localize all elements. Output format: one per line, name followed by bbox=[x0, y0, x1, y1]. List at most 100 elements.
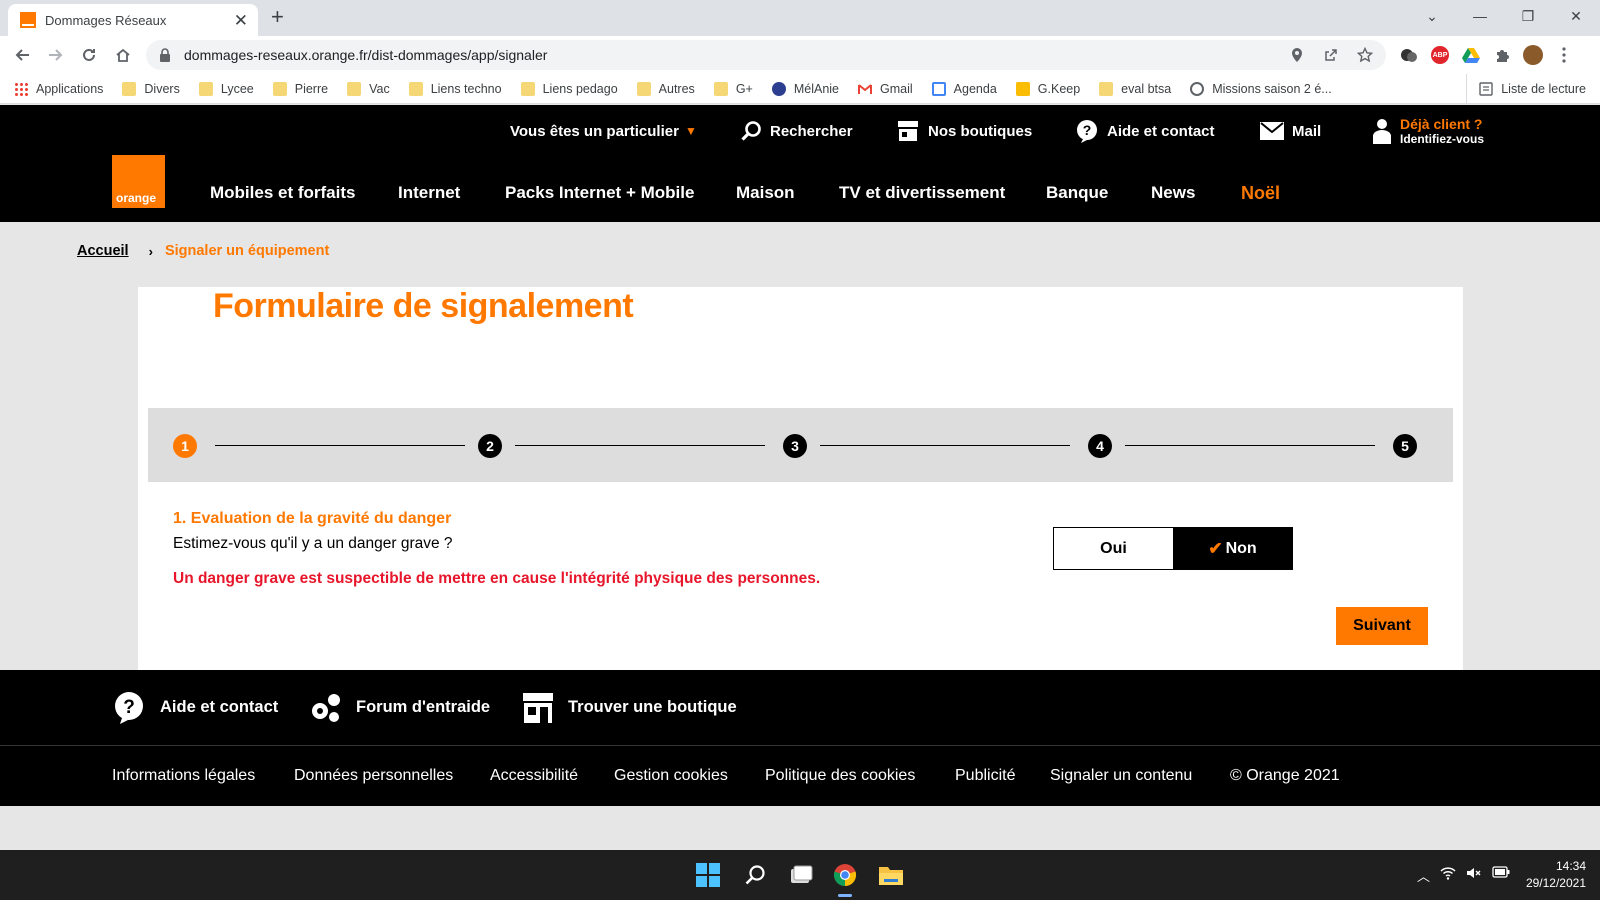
restore-icon[interactable]: ❐ bbox=[1504, 0, 1552, 32]
nav-packs[interactable]: Packs Internet + Mobile bbox=[505, 183, 694, 203]
folder-icon bbox=[713, 81, 728, 96]
help-contact-link[interactable]: ? Aide et contact bbox=[1075, 115, 1215, 147]
location-icon[interactable] bbox=[1286, 44, 1308, 66]
window-controls: ⌄ — ❐ ✕ bbox=[1408, 0, 1600, 32]
back-icon[interactable] bbox=[10, 42, 36, 68]
melanie-icon bbox=[771, 81, 786, 96]
reading-list[interactable]: Liste de lecture bbox=[1466, 74, 1586, 104]
bookmark-melanie[interactable]: MélAnie bbox=[771, 81, 839, 96]
browser-tab[interactable]: Dommages Réseaux ✕ bbox=[8, 4, 258, 36]
bookmark-star-icon[interactable] bbox=[1354, 44, 1376, 66]
breadcrumb: Accueil › Signaler un équipement bbox=[77, 243, 329, 259]
extensions-puzzle-icon[interactable] bbox=[1491, 44, 1513, 66]
bookmark-folder-lycee[interactable]: Lycee bbox=[198, 81, 254, 96]
system-clock[interactable]: 14:34 29/12/2021 bbox=[1526, 858, 1586, 892]
next-button[interactable]: Suivant bbox=[1336, 607, 1428, 645]
help-bubble-icon: ? bbox=[115, 691, 143, 724]
nav-banque[interactable]: Banque bbox=[1046, 183, 1108, 203]
nav-mobiles-forfaits[interactable]: Mobiles et forfaits bbox=[210, 183, 355, 203]
battery-icon[interactable] bbox=[1492, 866, 1510, 885]
footer-legal-info[interactable]: Informations légales bbox=[112, 767, 255, 785]
share-icon[interactable] bbox=[1320, 44, 1342, 66]
folder-icon bbox=[520, 81, 535, 96]
wifi-icon[interactable] bbox=[1440, 866, 1456, 885]
option-non-button[interactable]: ✔ Non bbox=[1173, 528, 1292, 569]
google-drive-icon[interactable] bbox=[1460, 44, 1482, 66]
reload-icon[interactable] bbox=[76, 42, 102, 68]
windows-start-icon[interactable] bbox=[695, 862, 721, 888]
url-text: dommages-reseaux.orange.fr/dist-dommages… bbox=[184, 47, 548, 63]
page-bottom-spacer bbox=[0, 806, 1600, 850]
minimize-icon[interactable]: — bbox=[1456, 0, 1504, 32]
footer-forum[interactable]: Forum d'entraide bbox=[310, 670, 490, 745]
customer-type-selector[interactable]: Vous êtes un particulier ▼ bbox=[510, 115, 697, 147]
bookmark-folder-autres[interactable]: Autres bbox=[636, 81, 695, 96]
breadcrumb-home[interactable]: Accueil bbox=[77, 243, 129, 259]
option-oui-button[interactable]: Oui bbox=[1054, 528, 1173, 569]
bookmark-applications[interactable]: Applications bbox=[14, 81, 103, 96]
chevron-right-icon: › bbox=[148, 243, 153, 259]
profile-avatar[interactable] bbox=[1522, 44, 1544, 66]
nav-news[interactable]: News bbox=[1151, 183, 1195, 203]
footer-personal-data[interactable]: Données personnelles bbox=[294, 767, 453, 785]
form-card: Formulaire de signalement 1 2 3 4 5 1. E… bbox=[138, 287, 1463, 670]
forward-icon[interactable] bbox=[42, 42, 68, 68]
address-bar[interactable]: dommages-reseaux.orange.fr/dist-dommages… bbox=[146, 40, 1386, 70]
globe-icon bbox=[1190, 81, 1205, 96]
bookmark-folder-liens-pedago[interactable]: Liens pedago bbox=[520, 81, 618, 96]
svg-text:?: ? bbox=[1083, 122, 1092, 138]
store-icon bbox=[898, 121, 918, 141]
shops-link[interactable]: Nos boutiques bbox=[896, 115, 1032, 147]
nav-internet[interactable]: Internet bbox=[398, 183, 460, 203]
file-explorer-icon[interactable] bbox=[878, 862, 904, 888]
nav-noel[interactable]: Noël bbox=[1241, 183, 1280, 204]
footer-copyright: © Orange 2021 bbox=[1230, 767, 1340, 784]
mail-link[interactable]: Mail bbox=[1260, 115, 1321, 147]
volume-muted-icon[interactable] bbox=[1466, 866, 1482, 885]
bookmark-gkeep[interactable]: G.Keep bbox=[1015, 81, 1080, 96]
site-header: Vous êtes un particulier ▼ Rechercher No… bbox=[0, 105, 1600, 222]
step-connector bbox=[820, 445, 1070, 446]
bookmark-folder-pierre[interactable]: Pierre bbox=[272, 81, 328, 96]
browser-menu-icon[interactable] bbox=[1553, 44, 1575, 66]
bookmark-folder-gplus[interactable]: G+ bbox=[713, 81, 753, 96]
bookmark-folder-divers[interactable]: Divers bbox=[122, 81, 180, 96]
footer-help-contact[interactable]: ? Aide et contact bbox=[112, 670, 278, 745]
close-tab-icon[interactable]: ✕ bbox=[234, 12, 248, 29]
bookmark-gmail[interactable]: Gmail bbox=[858, 82, 913, 96]
extension-icon[interactable] bbox=[1398, 44, 1420, 66]
step-2: 2 bbox=[478, 434, 502, 458]
footer-report-content[interactable]: Signaler un contenu bbox=[1050, 767, 1192, 785]
folder-icon bbox=[347, 81, 362, 96]
bookmark-missions[interactable]: Missions saison 2 é... bbox=[1190, 81, 1332, 96]
footer-cookie-policy[interactable]: Politique des cookies bbox=[765, 767, 915, 785]
footer-find-store[interactable]: Trouver une boutique bbox=[522, 670, 737, 745]
bookmark-folder-vac[interactable]: Vac bbox=[347, 81, 390, 96]
step-1: 1 bbox=[173, 434, 197, 458]
footer-links-legal: Informations légales Données personnelle… bbox=[0, 745, 1600, 806]
lock-icon[interactable] bbox=[156, 46, 174, 64]
clock-time: 14:34 bbox=[1555, 859, 1586, 873]
nav-maison[interactable]: Maison bbox=[736, 183, 795, 203]
home-icon[interactable] bbox=[110, 42, 136, 68]
keep-icon bbox=[1015, 81, 1030, 96]
clock-date: 29/12/2021 bbox=[1525, 876, 1586, 890]
bookmark-agenda[interactable]: Agenda bbox=[931, 81, 997, 96]
chevron-up-icon[interactable]: ︿ bbox=[1417, 866, 1430, 885]
close-window-icon[interactable]: ✕ bbox=[1552, 0, 1600, 32]
footer-accessibility[interactable]: Accessibilité bbox=[490, 767, 578, 785]
nav-tv[interactable]: TV et divertissement bbox=[839, 183, 1005, 203]
chrome-taskbar-icon[interactable] bbox=[832, 862, 858, 888]
footer-advertising[interactable]: Publicité bbox=[955, 767, 1015, 785]
login-link[interactable]: Déjà client ? Identifiez-vous bbox=[1372, 115, 1484, 147]
task-view-icon[interactable] bbox=[788, 862, 814, 888]
orange-logo[interactable]: orange bbox=[112, 155, 165, 208]
footer-cookie-management[interactable]: Gestion cookies bbox=[614, 767, 728, 785]
new-tab-icon[interactable]: + bbox=[271, 6, 284, 28]
bookmark-folder-eval-btsa[interactable]: eval btsa bbox=[1099, 81, 1171, 96]
taskbar-search-icon[interactable] bbox=[742, 862, 768, 888]
search-link[interactable]: Rechercher bbox=[740, 115, 853, 147]
adblock-icon[interactable]: ABP bbox=[1429, 44, 1451, 66]
bookmark-folder-liens-techno[interactable]: Liens techno bbox=[408, 81, 502, 96]
tab-search-icon[interactable]: ⌄ bbox=[1408, 0, 1456, 32]
